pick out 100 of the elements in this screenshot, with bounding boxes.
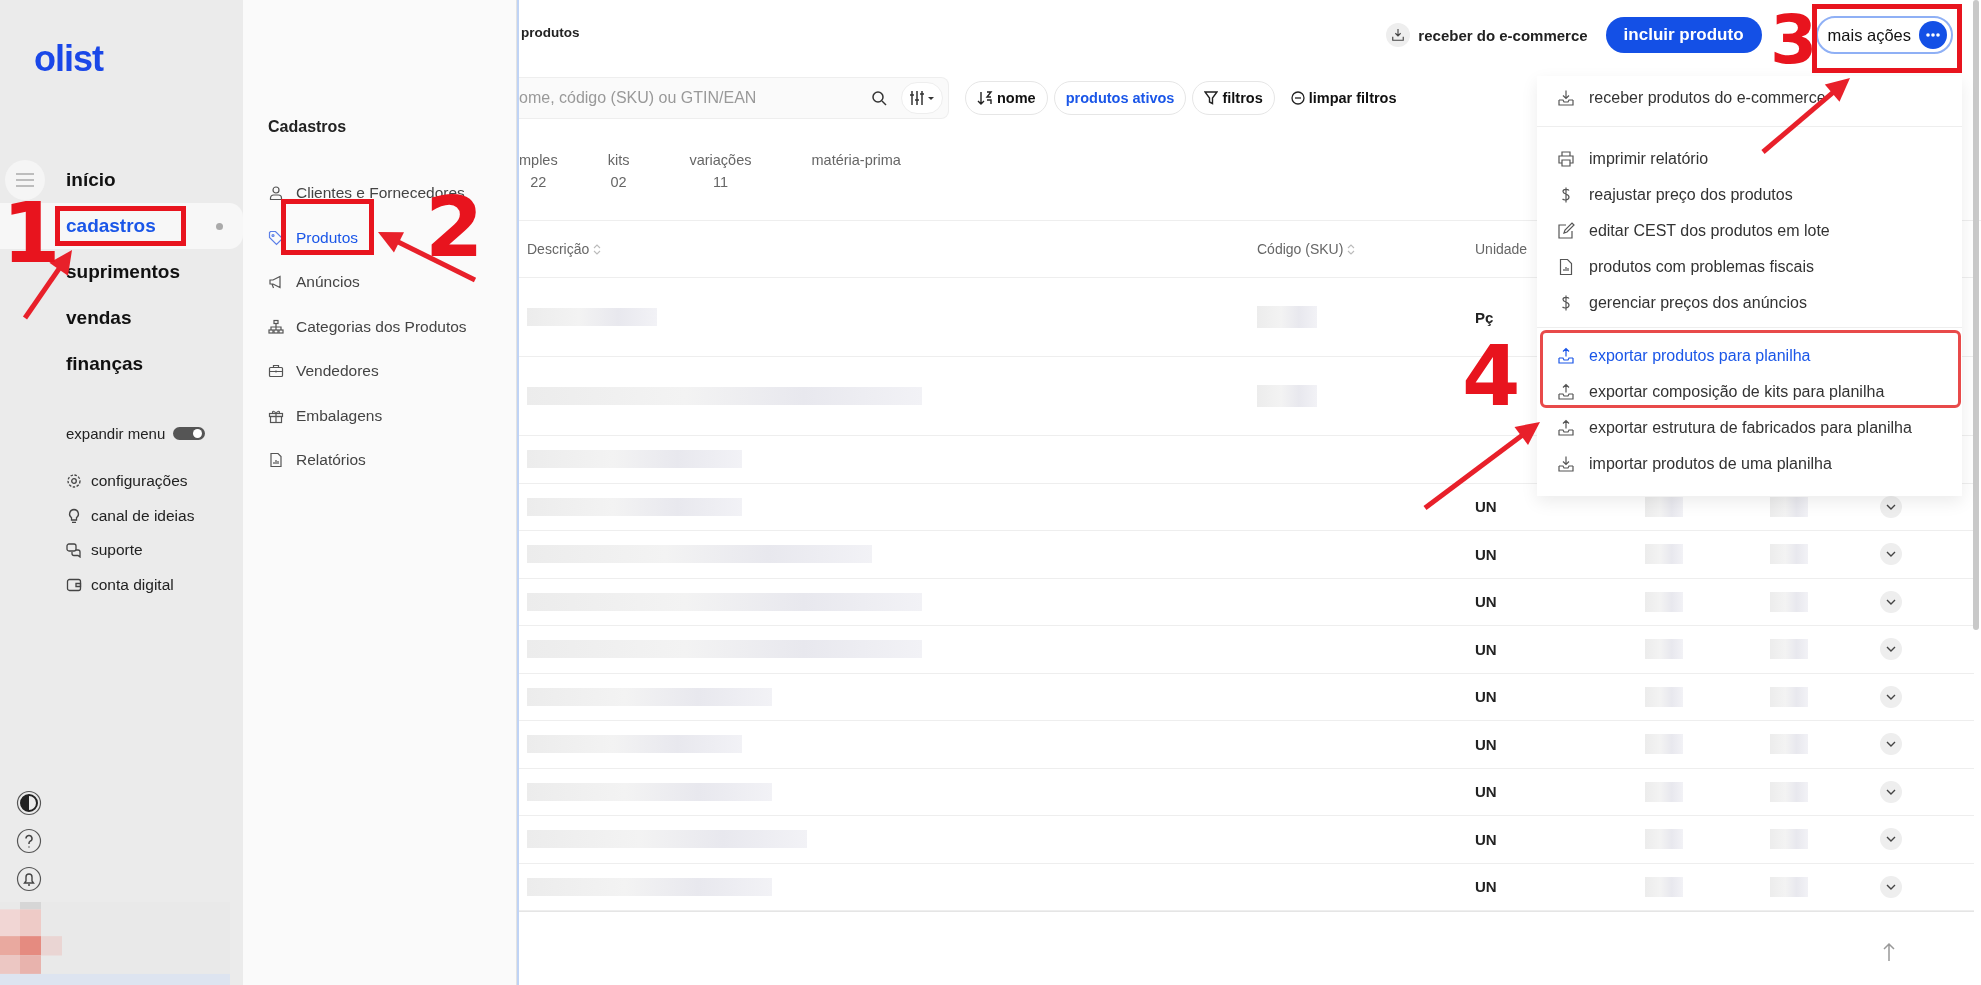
expand-button[interactable] xyxy=(1880,543,1902,566)
expand-button[interactable] xyxy=(1880,685,1902,708)
step-number: 4 xyxy=(1462,345,1521,408)
tab[interactable]: variações 11 xyxy=(689,149,752,193)
table-cell: UN xyxy=(1475,498,1497,516)
table-cell: UN xyxy=(1475,830,1497,848)
help-icon[interactable] xyxy=(16,828,42,854)
blurred-text xyxy=(1770,496,1808,517)
menu-item[interactable]: exportar estrutura de fabricados para planilha xyxy=(1537,410,1918,446)
indicator-dot xyxy=(216,222,223,230)
receive-button[interactable]: receber do e-commerce xyxy=(1386,23,1596,47)
minus-circle-icon xyxy=(1290,91,1305,105)
chevron-down-icon xyxy=(1886,883,1896,890)
table-cell: UN xyxy=(1475,593,1497,611)
sort-icon xyxy=(1347,243,1356,255)
table-cell: UN xyxy=(1475,640,1497,658)
sidebar-link[interactable]: configurações xyxy=(66,464,188,499)
sidebar-link[interactable]: suporte xyxy=(66,533,143,568)
tab[interactable]: matéria-prima xyxy=(811,149,901,171)
table-cell: Pç xyxy=(1475,308,1494,326)
menu-item[interactable]: gerenciar preços dos anúncios xyxy=(1537,285,1813,321)
sort-icon xyxy=(593,243,602,255)
logo[interactable]: olist xyxy=(34,38,103,80)
table-cell: UN xyxy=(1475,783,1497,801)
submenu-item[interactable]: Embalagens xyxy=(268,393,383,438)
search-field[interactable]: ome, código (SKU) ou GTIN/EAN xyxy=(519,77,949,119)
expand-button[interactable] xyxy=(1880,733,1902,756)
contrast-icon[interactable] xyxy=(16,790,42,816)
submenu-item[interactable]: Anúncios xyxy=(268,260,360,305)
tree-icon xyxy=(268,318,284,335)
sidebar-link[interactable]: canal de ideias xyxy=(66,498,195,533)
submenu-item[interactable]: Categorias dos Produtos xyxy=(268,304,467,349)
chevron-down-icon xyxy=(1886,741,1896,748)
gear-icon xyxy=(66,473,82,490)
upload-icon xyxy=(1557,383,1575,401)
download-icon xyxy=(1391,28,1406,42)
column-header[interactable]: Código (SKU) xyxy=(1249,241,1467,257)
chevron-down-icon xyxy=(1886,646,1896,653)
filter-chip[interactable]: produtos ativos xyxy=(1053,81,1187,115)
toggle-switch[interactable] xyxy=(173,427,206,440)
sidebar-link[interactable]: conta digital xyxy=(66,567,174,602)
nav-item[interactable]: vendas xyxy=(66,307,132,329)
upload-icon xyxy=(1557,347,1575,365)
edit-icon xyxy=(1557,222,1575,240)
expand-button[interactable] xyxy=(1880,780,1902,803)
chevron-down-icon xyxy=(1886,836,1896,843)
table-cell: UN xyxy=(1475,545,1497,563)
expand-button[interactable] xyxy=(1880,590,1902,613)
nav-item[interactable]: suprimentos xyxy=(66,261,181,283)
bulb-icon xyxy=(66,507,82,524)
menu-item[interactable]: exportar composição de kits para planilha xyxy=(1537,374,1891,410)
blurred-text xyxy=(1645,496,1683,517)
submenu-item[interactable]: Relatórios xyxy=(268,438,366,483)
menu-item[interactable]: reajustar preço dos produtos xyxy=(1537,177,1799,213)
chevron-down-icon xyxy=(1886,788,1896,795)
page-title: produtos xyxy=(521,24,580,40)
column-header[interactable]: Descrição xyxy=(519,241,1249,257)
more-actions-button[interactable]: mais ações xyxy=(1815,16,1953,54)
chat-icon xyxy=(66,542,82,559)
nav-item[interactable]: início xyxy=(66,169,116,191)
search-icon[interactable] xyxy=(871,90,887,106)
menu-item[interactable]: exportar produtos para planilha xyxy=(1537,338,1817,374)
menu-button[interactable] xyxy=(5,160,45,200)
expand-button[interactable] xyxy=(1880,638,1902,661)
tab[interactable]: mples 22 xyxy=(519,149,558,193)
download-icon xyxy=(1557,455,1575,473)
chevron-down-icon xyxy=(1886,503,1896,510)
filter-icon xyxy=(1204,91,1219,105)
doc-icon xyxy=(1557,258,1575,276)
chevron-down-icon xyxy=(1886,598,1896,605)
sort-icon xyxy=(977,91,993,105)
clear-filters-button[interactable]: limpar filtros xyxy=(1284,89,1403,107)
menu-item[interactable]: produtos com problemas fiscais xyxy=(1537,249,1820,285)
case-icon xyxy=(268,363,284,380)
add-product-button[interactable]: incluir produto xyxy=(1605,17,1762,53)
filter-chip[interactable]: filtros xyxy=(1192,81,1275,115)
submenu-title: Cadastros xyxy=(268,118,348,136)
submenu-item[interactable]: Vendedores xyxy=(268,349,379,394)
doc-icon xyxy=(268,452,284,469)
scrollbar[interactable] xyxy=(1973,0,1979,630)
table-cell: UN xyxy=(1475,688,1497,706)
person-icon xyxy=(268,185,284,202)
tab[interactable]: kits 02 xyxy=(607,149,630,193)
nav-item[interactable]: cadastros xyxy=(66,215,156,237)
menu-item[interactable]: receber produtos do e-commerce xyxy=(1537,80,1832,116)
submenu-item[interactable]: Produtos xyxy=(268,215,359,260)
expand-button[interactable] xyxy=(1880,828,1902,851)
printer-icon xyxy=(1557,150,1575,168)
expand-button[interactable] xyxy=(1880,875,1902,898)
expand-button[interactable] xyxy=(1880,495,1902,518)
wallet-icon xyxy=(66,576,82,593)
filter-chip[interactable]: nome xyxy=(965,81,1048,115)
menu-item[interactable]: imprimir relatório xyxy=(1537,141,1715,177)
nav-item[interactable]: finanças xyxy=(66,353,144,375)
menu-item[interactable]: editar CEST dos produtos em lote xyxy=(1537,213,1836,249)
tag-icon xyxy=(268,229,284,246)
menu-item[interactable]: importar produtos de uma planilha xyxy=(1537,446,1838,482)
bell-icon[interactable] xyxy=(16,866,42,892)
expand-menu-label: expandir menu xyxy=(66,425,166,442)
arrow-up-icon[interactable] xyxy=(1882,941,1896,962)
